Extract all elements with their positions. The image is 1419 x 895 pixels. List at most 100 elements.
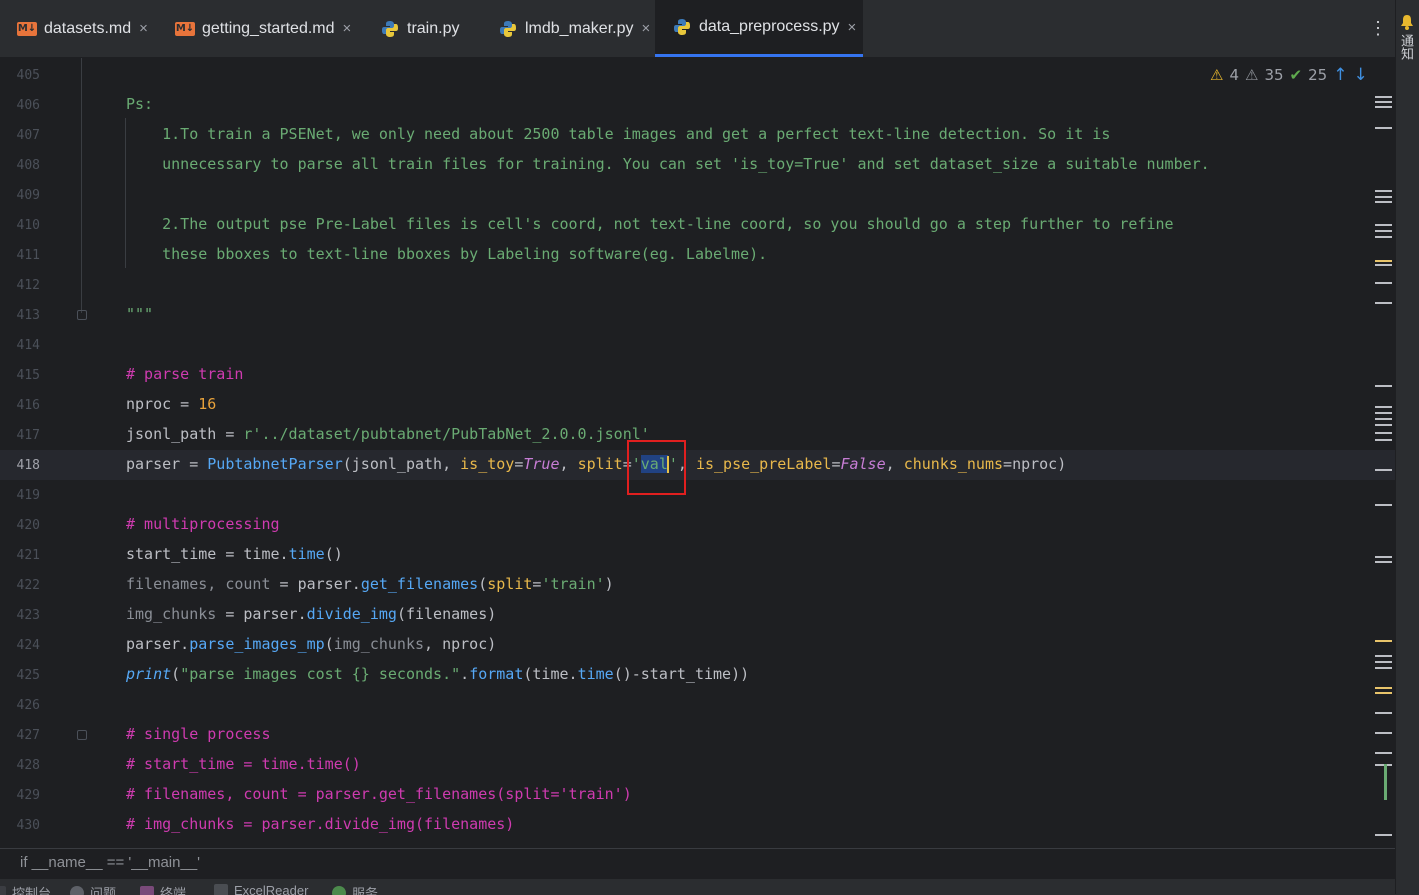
scrollbar-marker bbox=[1375, 406, 1392, 408]
scrollbar-marker bbox=[1375, 230, 1392, 232]
typo-check-icon: ✔ bbox=[1290, 66, 1303, 84]
line-number: 414 bbox=[0, 338, 40, 353]
excel-icon bbox=[214, 884, 228, 895]
tab-lmdb-maker-py[interactable]: lmdb_maker.py × bbox=[481, 0, 655, 57]
line-number: 412 bbox=[0, 278, 40, 293]
scrollbar-marker bbox=[1375, 260, 1392, 262]
code-line-427: # single process bbox=[126, 725, 271, 743]
line-number: 416 bbox=[0, 398, 40, 413]
tab-getting-started-md[interactable]: M↓ getting_started.md × bbox=[158, 0, 363, 57]
code-editor[interactable]: 405 406 407 408 409 410 411 412 413 414 … bbox=[0, 58, 1395, 848]
tab-train-py[interactable]: train.py bbox=[363, 0, 481, 57]
scrollbar-marker bbox=[1375, 282, 1392, 284]
line-number: 422 bbox=[0, 578, 40, 593]
breadcrumb: if __name__ == '__main__' bbox=[0, 848, 1395, 879]
scrollbar-marker bbox=[1375, 412, 1392, 414]
scrollbar-marker bbox=[1375, 667, 1392, 669]
indent-guide bbox=[81, 58, 82, 313]
close-icon[interactable]: × bbox=[642, 20, 651, 37]
line-number: 411 bbox=[0, 248, 40, 263]
code-line-407: 1.To train a PSENet, we only need about … bbox=[126, 125, 1110, 143]
highlight-annotation-box bbox=[627, 440, 686, 495]
notifications-strip: 通知 bbox=[1395, 0, 1419, 894]
more-vertical-icon[interactable]: ⋮ bbox=[1368, 18, 1388, 38]
bell-icon[interactable] bbox=[1400, 14, 1414, 30]
line-number: 419 bbox=[0, 488, 40, 503]
close-icon[interactable]: × bbox=[343, 20, 352, 37]
tool-terminal[interactable]: 终端 bbox=[140, 883, 186, 895]
inspection-widget[interactable]: ⚠4 ⚠35 ✔25 ↑ ↓ bbox=[1210, 65, 1368, 85]
code-line-421: start_time = time.time() bbox=[126, 545, 343, 563]
tool-services[interactable]: 服务 bbox=[332, 883, 378, 895]
scrollbar-marker bbox=[1375, 385, 1392, 387]
code-line-425: print("parse images cost {} seconds.".fo… bbox=[126, 665, 749, 683]
line-number: 406 bbox=[0, 98, 40, 113]
code-line-411: these bboxes to text-line bboxes by Labe… bbox=[126, 245, 767, 263]
tab-datasets-md[interactable]: M↓ datasets.md × bbox=[0, 0, 158, 57]
tool-problems[interactable]: 问题 bbox=[70, 883, 116, 895]
scrollbar-marker bbox=[1375, 101, 1392, 103]
scrollbar-marker bbox=[1375, 834, 1392, 836]
tab-label: getting_started.md bbox=[202, 20, 335, 38]
tab-label: datasets.md bbox=[44, 20, 131, 38]
scrollbar-marker bbox=[1375, 661, 1392, 663]
scrollbar-marker bbox=[1375, 556, 1392, 558]
editor-tab-bar: M↓ datasets.md × M↓ getting_started.md ×… bbox=[0, 0, 1419, 58]
code-line-420: # multiprocessing bbox=[126, 515, 280, 533]
warning-icon: ⚠ bbox=[1210, 66, 1223, 84]
line-number: 425 bbox=[0, 668, 40, 683]
code-line-429: # filenames, count = parser.get_filename… bbox=[126, 785, 632, 803]
scrollbar-marker bbox=[1375, 224, 1392, 226]
line-number: 427 bbox=[0, 728, 40, 743]
code-line-418: parser = PubtabnetParser(jsonl_path, is_… bbox=[126, 455, 1066, 473]
scrollbar-marker bbox=[1375, 236, 1392, 238]
line-number: 424 bbox=[0, 638, 40, 653]
line-number: 420 bbox=[0, 518, 40, 533]
scrollbar-marker bbox=[1375, 106, 1392, 108]
line-number: 421 bbox=[0, 548, 40, 563]
tool-console[interactable]: 控制台 bbox=[0, 883, 51, 895]
fold-icon[interactable] bbox=[77, 730, 87, 740]
tool-excelreader[interactable]: ExcelReader bbox=[214, 883, 308, 895]
tab-data-preprocess-py[interactable]: data_preprocess.py × bbox=[655, 0, 863, 57]
scrollbar-marker bbox=[1375, 687, 1392, 689]
line-number: 430 bbox=[0, 818, 40, 833]
line-number: 417 bbox=[0, 428, 40, 443]
scrollbar-marker bbox=[1375, 201, 1392, 203]
markdown-icon: M↓ bbox=[174, 20, 196, 38]
arrow-up-icon[interactable]: ↑ bbox=[1333, 65, 1347, 85]
line-number: 409 bbox=[0, 188, 40, 203]
line-number: 426 bbox=[0, 698, 40, 713]
notifications-label[interactable]: 通知 bbox=[1399, 34, 1415, 60]
scrollbar-marker bbox=[1375, 655, 1392, 657]
scrollbar-marker bbox=[1375, 196, 1392, 198]
line-number: 413 bbox=[0, 308, 40, 323]
scrollbar-marker bbox=[1375, 561, 1392, 563]
markdown-icon: M↓ bbox=[16, 20, 38, 38]
arrow-down-icon[interactable]: ↓ bbox=[1353, 65, 1367, 85]
scrollbar-marker bbox=[1375, 504, 1392, 506]
scrollbar-thumb[interactable] bbox=[1384, 764, 1387, 800]
code-line-430: # img_chunks = parser.divide_img(filenam… bbox=[126, 815, 514, 833]
code-line-413: """ bbox=[126, 305, 153, 323]
close-icon[interactable]: × bbox=[139, 20, 148, 37]
scrollbar-marker bbox=[1375, 712, 1392, 714]
scrollbar-marker bbox=[1375, 96, 1392, 98]
weak-warning-icon: ⚠ bbox=[1245, 66, 1258, 84]
scrollbar-marker bbox=[1375, 432, 1392, 434]
code-line-428: # start_time = time.time() bbox=[126, 755, 361, 773]
line-number: 415 bbox=[0, 368, 40, 383]
code-line-410: 2.The output pse Pre-Label files is cell… bbox=[126, 215, 1174, 233]
fold-icon[interactable] bbox=[77, 310, 87, 320]
line-number: 408 bbox=[0, 158, 40, 173]
code-line-406: Ps: bbox=[126, 95, 153, 113]
line-number: 428 bbox=[0, 758, 40, 773]
scrollbar-marker bbox=[1375, 302, 1392, 304]
python-icon bbox=[497, 20, 519, 38]
code-line-424: parser.parse_images_mp(img_chunks, nproc… bbox=[126, 635, 496, 653]
close-icon[interactable]: × bbox=[848, 19, 857, 36]
code-line-415: # parse train bbox=[126, 365, 243, 383]
scrollbar-marker bbox=[1375, 469, 1392, 471]
breadcrumb-item[interactable]: if __name__ == '__main__' bbox=[20, 854, 200, 871]
line-number: 418 bbox=[0, 458, 40, 473]
